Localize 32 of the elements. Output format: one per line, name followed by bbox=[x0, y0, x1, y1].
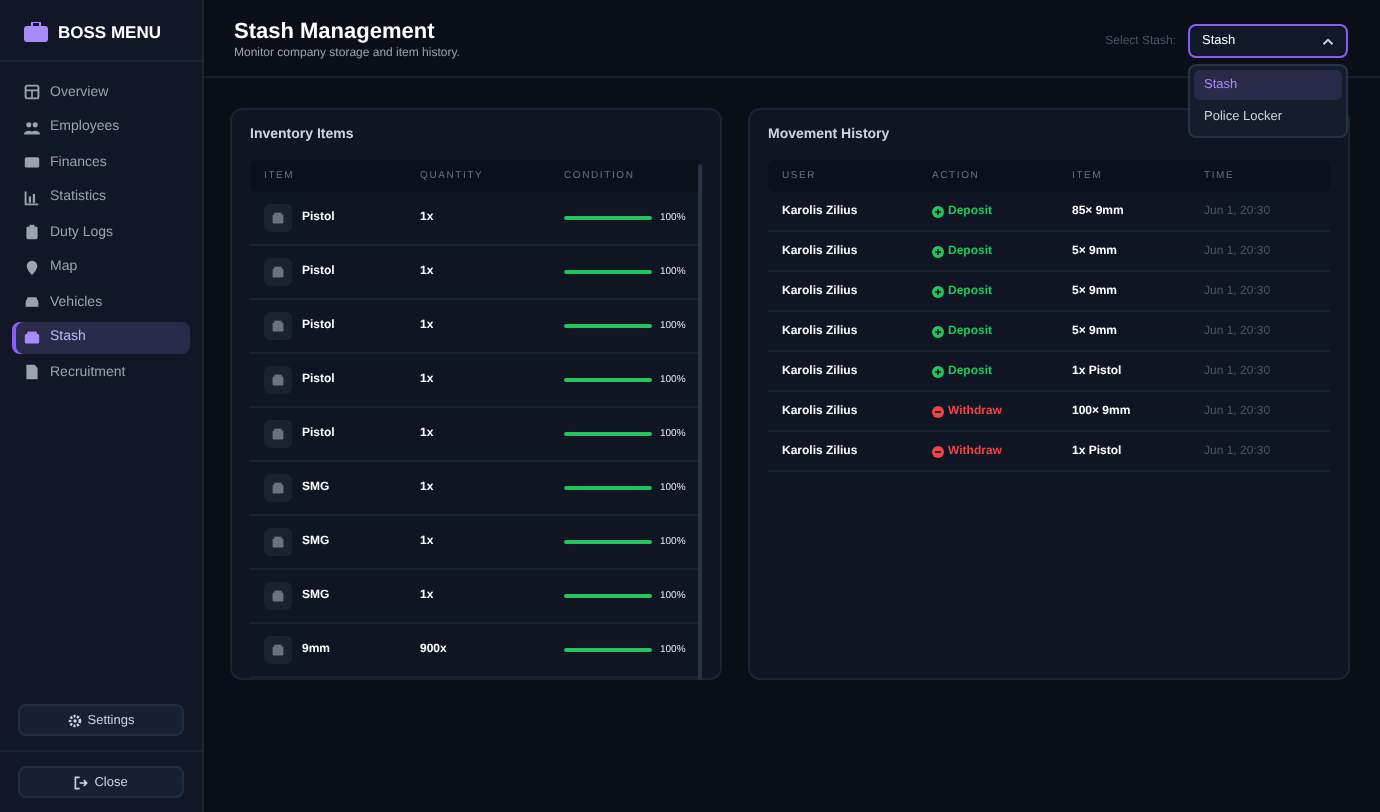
crate-icon bbox=[264, 366, 292, 394]
chart-icon bbox=[24, 189, 40, 205]
minus-icon bbox=[932, 445, 944, 457]
settings-icon bbox=[67, 713, 82, 727]
crate-icon bbox=[264, 420, 292, 448]
scrollbar[interactable] bbox=[698, 164, 702, 680]
crate-icon bbox=[264, 474, 292, 502]
crate-icon bbox=[264, 258, 292, 286]
app-title: BOSS MENU bbox=[58, 22, 161, 42]
crate-icon bbox=[264, 528, 292, 556]
crate-icon bbox=[264, 204, 292, 232]
minus-icon bbox=[932, 405, 944, 417]
page-title: Stash Management bbox=[234, 20, 437, 44]
plus-icon bbox=[932, 205, 944, 217]
clipboard-icon bbox=[24, 224, 40, 240]
doc-icon bbox=[24, 364, 40, 380]
pin-icon bbox=[24, 259, 40, 275]
crate-icon bbox=[264, 582, 292, 610]
grid-icon bbox=[24, 84, 40, 100]
crate-icon bbox=[264, 636, 292, 664]
plus-icon bbox=[932, 365, 944, 377]
briefcase-icon bbox=[24, 22, 48, 42]
chevron-up-icon bbox=[1322, 37, 1334, 45]
box-icon bbox=[24, 329, 40, 345]
logout-icon bbox=[74, 775, 89, 789]
car-icon bbox=[24, 294, 40, 310]
users-icon bbox=[24, 119, 40, 135]
crate-icon bbox=[264, 312, 292, 340]
plus-icon bbox=[932, 285, 944, 297]
wallet-icon bbox=[24, 154, 40, 170]
plus-icon bbox=[932, 325, 944, 337]
plus-icon bbox=[932, 245, 944, 257]
